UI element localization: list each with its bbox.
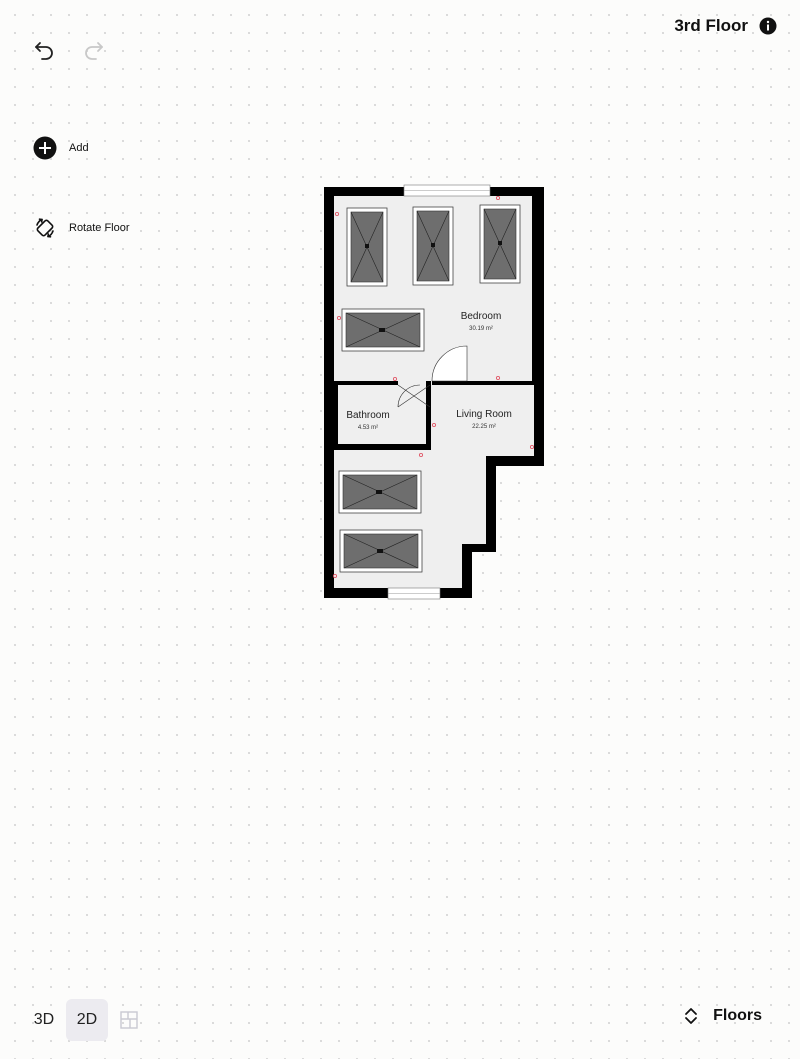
add-label: Add <box>69 141 89 154</box>
room-label-bedroom: Bedroom <box>461 311 502 322</box>
floors-label: Floors <box>713 1007 762 1024</box>
undo-button[interactable] <box>28 34 60 66</box>
rotate-floor-label: Rotate Floor <box>69 221 130 234</box>
redo-button[interactable] <box>78 34 110 66</box>
floorplan-icon <box>120 1011 138 1029</box>
floor-plan[interactable]: Bedroom 30.19 m² Bathroom 4.53 m² Living… <box>318 182 548 604</box>
bed-5 <box>338 470 422 514</box>
undo-icon <box>35 42 53 60</box>
redo-icon <box>85 42 103 60</box>
room-area-living-room: 22.25 m² <box>472 424 496 430</box>
floors-button[interactable]: Floors <box>683 1007 762 1025</box>
floor-title: 3rd Floor <box>674 16 748 35</box>
rotate-floor-button[interactable]: Rotate Floor <box>32 215 130 240</box>
bed-1 <box>346 207 388 287</box>
room-area-bathroom: 4.53 m² <box>358 425 378 431</box>
view-3d-button[interactable]: 3D <box>26 999 62 1041</box>
bed-6 <box>339 529 423 573</box>
chevron-up-down-icon <box>685 1008 698 1024</box>
room-label-living-room: Living Room <box>456 409 512 420</box>
bed-4 <box>341 308 425 352</box>
bed-3 <box>479 204 521 284</box>
info-icon[interactable] <box>758 16 778 36</box>
plus-circle-icon <box>32 135 57 160</box>
add-button[interactable]: Add <box>32 135 89 160</box>
room-label-bathroom: Bathroom <box>346 410 389 421</box>
view-2d-button[interactable]: 2D <box>66 999 108 1041</box>
floorplan-view-button[interactable] <box>112 999 146 1041</box>
rotate-icon <box>32 215 57 240</box>
bed-2 <box>412 206 454 286</box>
room-area-bedroom: 30.19 m² <box>469 326 493 332</box>
